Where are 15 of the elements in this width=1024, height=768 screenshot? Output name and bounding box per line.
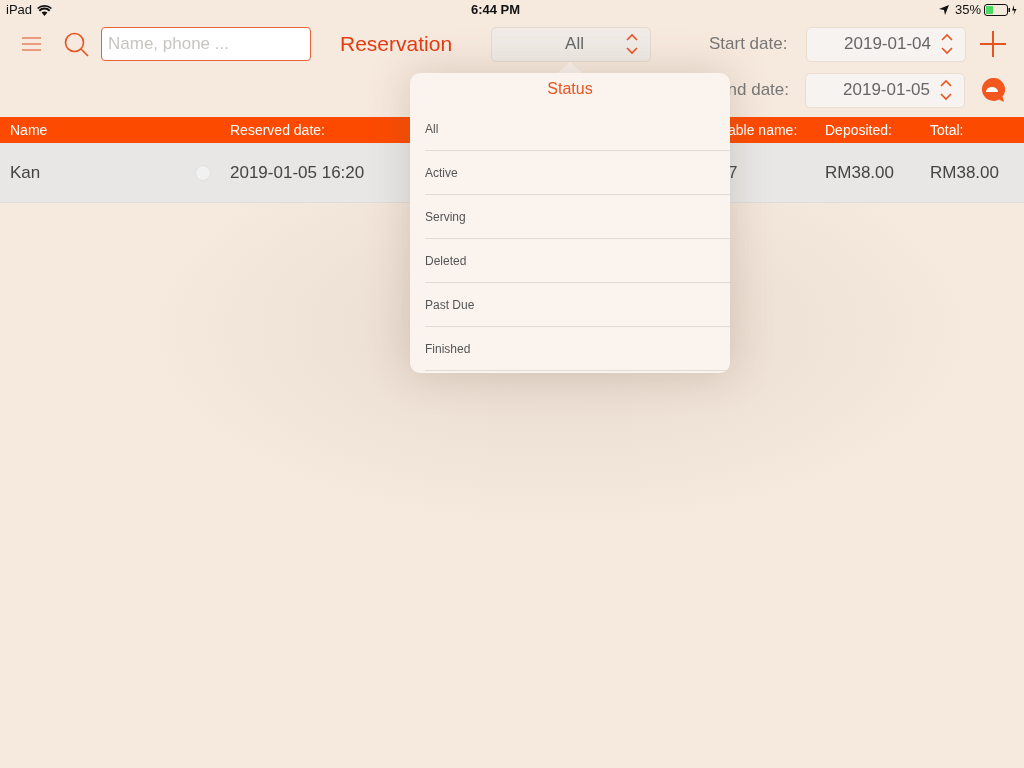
clock-time: 6:44 PM [470,2,521,18]
device-name: iPad [6,1,33,20]
table-cell-text: RM38.00 [825,161,895,184]
table-cell-text: RM38.00 [930,161,1000,184]
table-cell-text: 2019-01-05 16:20 [230,161,366,184]
table-cell-text: 7 [728,161,739,184]
column-header: Total: [930,120,965,140]
page-title: Reservation [340,31,454,58]
table-cell-text: Kan [9,161,42,184]
column-header: Deposited: [825,120,893,140]
start-date-label: Start date: [709,33,789,56]
column-header: Name [9,120,49,140]
popover-title: Status [547,80,593,97]
column-header: Reserved date: [230,120,326,140]
battery-percent: 35% [954,1,981,20]
